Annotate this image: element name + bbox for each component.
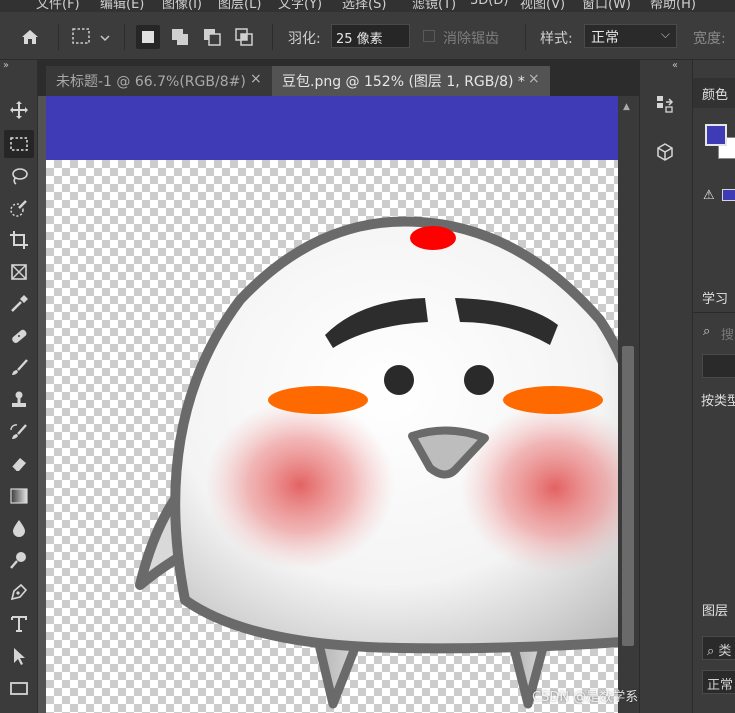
layer-kind-filter[interactable]: ⌕ 类 [702, 636, 735, 660]
intersect-selection-icon[interactable] [232, 25, 256, 49]
healing-brush-tool-icon[interactable] [4, 322, 34, 350]
brush-tool-icon[interactable] [4, 354, 34, 382]
learn-panel-title[interactable]: 学习 [693, 282, 735, 312]
add-to-selection-icon[interactable] [168, 25, 192, 49]
clone-stamp-tool-icon[interactable] [4, 386, 34, 414]
home-icon[interactable] [18, 25, 42, 49]
menu-view[interactable]: 视图(V) [520, 0, 565, 12]
style-label: 样式: [540, 31, 573, 47]
close-icon[interactable]: × [528, 71, 540, 87]
marquee-tool-icon[interactable] [4, 130, 34, 158]
pen-tool-icon[interactable] [4, 578, 34, 606]
learn-panel: 学习 ⌕ 搜 按类型 [692, 282, 735, 590]
warning-icon: ⚠ [703, 188, 715, 203]
menu-filter[interactable]: 滤镜(T) [412, 0, 456, 12]
new-selection-icon[interactable] [136, 25, 160, 49]
menu-type[interactable]: 文字(Y) [278, 0, 322, 12]
left-blush [205, 400, 395, 570]
eraser-tool-icon[interactable] [4, 450, 34, 478]
panel-dock: ‹‹ [639, 60, 692, 713]
filter-by-type-label: 按类型 [701, 394, 735, 409]
collapse-dock-icon[interactable]: ‹‹ [672, 60, 678, 71]
menu-layer[interactable]: 图层(L) [218, 0, 261, 12]
right-cheek-bar [503, 386, 603, 414]
scrollbar-thumb[interactable] [622, 346, 634, 646]
foreground-color-swatch[interactable] [705, 124, 727, 146]
dodge-tool-icon[interactable] [4, 546, 34, 574]
menu-select[interactable]: 选择(S) [342, 0, 386, 12]
feather-label: 羽化: [288, 31, 321, 47]
left-cheek-bar [268, 386, 368, 414]
crop-tool-icon[interactable] [4, 226, 34, 254]
tools-panel: ›› [0, 60, 38, 713]
close-icon[interactable]: × [250, 71, 262, 87]
search-icon: ⌕ [703, 324, 711, 339]
feather-input[interactable]: 25 像素 [331, 24, 410, 48]
doubao-character-image [135, 216, 618, 709]
eyedropper-tool-icon[interactable] [4, 290, 34, 318]
tab-untitled-1[interactable]: 未标题-1 @ 66.7%(RGB/8#) × [46, 66, 272, 96]
blend-mode-select[interactable]: 正常 [702, 670, 735, 694]
color-panel-title[interactable]: 颜色 [693, 78, 735, 108]
width-label: 宽度: [693, 31, 726, 47]
menu-3d[interactable]: 3D(D) [470, 0, 508, 8]
menu-edit[interactable]: 编辑(E) [100, 0, 144, 12]
menu-window[interactable]: 窗口(W) [582, 0, 631, 12]
tab-title: 未标题-1 @ 66.7%(RGB/8#) [56, 74, 246, 90]
path-selection-tool-icon[interactable] [4, 642, 34, 670]
right-eye [464, 365, 494, 395]
menu-bar: 文件(F) 编辑(E) 图像(I) 图层(L) 文字(Y) 选择(S) 滤镜(T… [0, 0, 735, 12]
learn-search-input[interactable]: 搜 [721, 324, 734, 343]
learn-dropdown[interactable] [702, 354, 735, 378]
layers-panel: 图层 ⌕ 类 正常 [692, 590, 735, 713]
search-icon: ⌕ [707, 644, 715, 659]
out-of-gamut-swatch[interactable] [722, 189, 735, 201]
3d-panel-icon[interactable] [650, 138, 680, 166]
history-panel-icon[interactable] [650, 90, 680, 118]
antialias-label: 消除锯齿 [443, 31, 499, 47]
quick-selection-tool-icon[interactable] [4, 194, 34, 222]
frame-tool-icon[interactable] [4, 258, 34, 286]
tab-doubao-png[interactable]: 豆包.png @ 152% (图层 1, RGB/8) * × [272, 66, 550, 96]
menu-file[interactable]: 文件(F) [36, 0, 80, 12]
menu-help[interactable]: 帮助(H) [650, 0, 696, 12]
move-tool-icon[interactable] [4, 96, 34, 124]
style-select[interactable]: 正常 ⌵ [584, 24, 677, 48]
type-tool-icon[interactable] [4, 610, 34, 638]
color-panel: 颜色 ⚠ [692, 60, 735, 282]
scroll-up-icon[interactable]: ▲ [623, 102, 630, 112]
left-eye [384, 365, 414, 395]
lasso-tool-icon[interactable] [4, 162, 34, 190]
gradient-tool-icon[interactable] [4, 482, 34, 510]
tool-preset-picker[interactable] [70, 25, 114, 49]
subtract-from-selection-icon[interactable] [200, 25, 224, 49]
canvas-blue-band [46, 96, 618, 160]
history-brush-tool-icon[interactable] [4, 418, 34, 446]
red-dot [410, 226, 456, 250]
chevron-down-icon: ⌵ [660, 27, 670, 41]
style-value: 正常 [591, 30, 619, 46]
options-bar: 羽化: 25 像素 消除锯齿 样式: 正常 ⌵ 宽度: [0, 12, 735, 60]
layer-kind-value: 类 [718, 644, 732, 659]
antialias-checkbox[interactable] [423, 30, 435, 42]
tab-title: 豆包.png @ 152% (图层 1, RGB/8) * [282, 74, 525, 90]
collapse-toolbar-icon[interactable]: ›› [3, 60, 9, 71]
vertical-scrollbar[interactable]: ▲ [618, 96, 639, 713]
rectangle-tool-icon[interactable] [4, 674, 34, 702]
layers-panel-title[interactable]: 图层 [693, 594, 735, 624]
blur-tool-icon[interactable] [4, 514, 34, 542]
document-canvas[interactable] [46, 96, 618, 713]
menu-image[interactable]: 图像(I) [162, 0, 202, 12]
